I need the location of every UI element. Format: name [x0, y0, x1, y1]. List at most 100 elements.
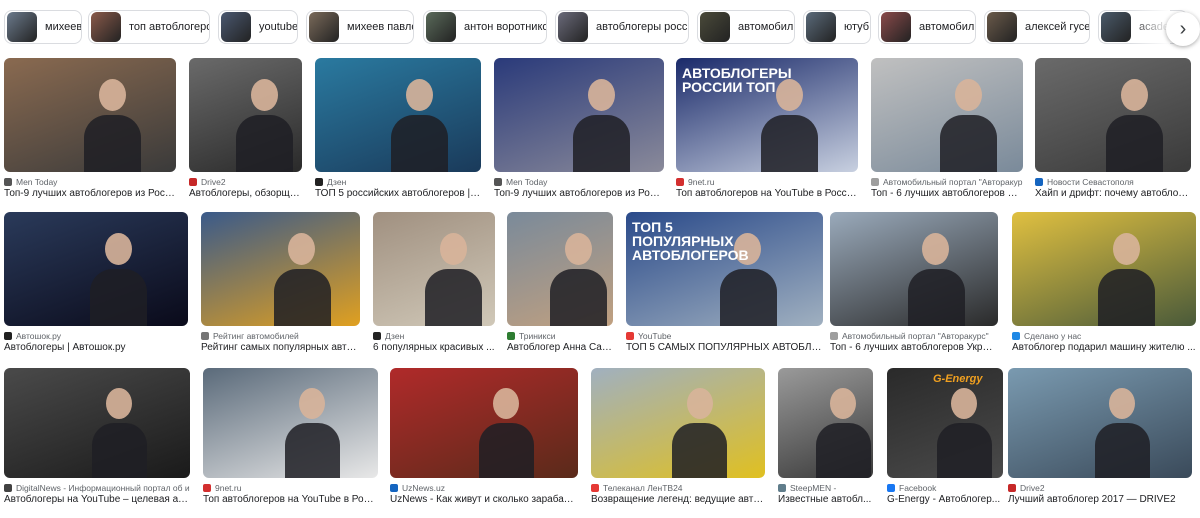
result-source[interactable]: Men Today: [4, 177, 176, 187]
result-title[interactable]: Автоблогеры на YouTube – целевая ауд...: [4, 494, 190, 505]
result-source[interactable]: Триникси: [507, 331, 613, 341]
image-result[interactable]: Автомобильный портал "Авторакур... Топ - …: [871, 58, 1023, 212]
chip-8[interactable]: автомобиль: [878, 10, 976, 44]
result-title[interactable]: Топ-9 лучших автоблогеров из Росси...: [4, 188, 176, 199]
image-result[interactable]: Men Today Топ-9 лучших автоблогеров из Ро…: [494, 58, 664, 212]
result-source[interactable]: Сделано у нас: [1012, 331, 1196, 341]
result-title[interactable]: Автоблогеры, обзорщи...: [189, 188, 302, 199]
image-result[interactable]: Drive2 Автоблогеры, обзорщи...: [189, 58, 302, 212]
result-thumbnail[interactable]: [4, 368, 190, 478]
result-title[interactable]: ТОП 5 САМЫХ ПОПУЛЯРНЫХ АВТОБЛОГ...: [626, 342, 823, 353]
image-result[interactable]: Новости Севастополя Хайп и дрифт: почему …: [1035, 58, 1191, 212]
result-source[interactable]: 9net.ru: [676, 177, 858, 187]
chip-1[interactable]: топ автоблогеров: [88, 10, 210, 44]
result-thumbnail[interactable]: [494, 58, 664, 172]
image-result[interactable]: Телеканал ЛенТВ24 Возвращение легенд: вед…: [591, 368, 765, 518]
result-thumbnail[interactable]: [778, 368, 873, 478]
result-source[interactable]: Drive2: [1008, 483, 1192, 493]
image-result[interactable]: Триникси Автоблогер Анна Сал...: [507, 212, 613, 366]
image-result[interactable]: Дзен ТОП 5 российских автоблогеров | А...: [315, 58, 481, 212]
chip-7[interactable]: ютуб: [803, 10, 871, 44]
result-thumbnail[interactable]: АВТОБЛОГЕРЫ РОССИИ ТОП: [676, 58, 858, 172]
chip-4[interactable]: антон воротников: [423, 10, 547, 44]
result-source[interactable]: Автомобильный портал "Авторакурс": [830, 331, 998, 341]
result-thumbnail[interactable]: [201, 212, 360, 326]
chip-6[interactable]: автомобили: [697, 10, 795, 44]
result-thumbnail[interactable]: [871, 58, 1023, 172]
result-thumbnail[interactable]: [4, 212, 188, 326]
chip-5[interactable]: автоблогеры россии: [555, 10, 689, 44]
image-result[interactable]: АВТОБЛОГЕРЫ РОССИИ ТОП 9net.ru Топ автобло…: [676, 58, 858, 212]
result-source[interactable]: Автошок.ру: [4, 331, 188, 341]
result-thumbnail[interactable]: [1008, 368, 1192, 478]
result-thumbnail[interactable]: [591, 368, 765, 478]
result-title[interactable]: Возвращение легенд: ведущие автоб...: [591, 494, 765, 505]
chip-3[interactable]: михеев павлов: [306, 10, 414, 44]
image-result[interactable]: ТОП 5 ПОПУЛЯРНЫХ АВТОБЛОГЕРОВ YouTube ТОП …: [626, 212, 823, 366]
image-result[interactable]: Автошок.ру Автоблогеры | Автошок.ру: [4, 212, 188, 366]
person-body: [573, 115, 630, 172]
result-thumbnail[interactable]: [4, 58, 176, 172]
result-source[interactable]: Drive2: [189, 177, 302, 187]
result-title[interactable]: Лучший автоблогер 2017 — DRIVE2: [1008, 494, 1192, 505]
image-result[interactable]: Рейтинг автомобилей Рейтинг самых популяр…: [201, 212, 360, 366]
result-thumbnail[interactable]: ТОП 5 ПОПУЛЯРНЫХ АВТОБЛОГЕРОВ: [626, 212, 823, 326]
result-title[interactable]: Топ-9 лучших автоблогеров из Россиии: [494, 188, 664, 199]
chip-0[interactable]: михеев: [4, 10, 82, 44]
image-result[interactable]: Drive2 Лучший автоблогер 2017 — DRIVE2: [1008, 368, 1192, 518]
chip-9[interactable]: алексей гусев: [984, 10, 1090, 44]
person-figure: [406, 79, 433, 111]
result-thumbnail[interactable]: [1035, 58, 1191, 172]
result-title[interactable]: ТОП 5 российских автоблогеров | А...: [315, 188, 481, 199]
image-result[interactable]: Дзен 6 популярных красивых ...: [373, 212, 495, 366]
image-result[interactable]: G-Energy Facebook G-Energy - Автоблогер...: [887, 368, 1003, 518]
result-thumbnail[interactable]: G-Energy: [887, 368, 1003, 478]
result-source[interactable]: Дзен: [373, 331, 495, 341]
result-source[interactable]: Новости Севастополя: [1035, 177, 1191, 187]
source-name: 9net.ru: [688, 177, 715, 187]
result-source[interactable]: Facebook: [887, 483, 1003, 493]
result-thumbnail[interactable]: [203, 368, 378, 478]
result-thumbnail[interactable]: [189, 58, 302, 172]
result-title[interactable]: Топ автоблогеров на YouTube в Росси...: [203, 494, 378, 505]
image-result[interactable]: DigitalNews - Информационный портал об и…: [4, 368, 190, 518]
result-title[interactable]: Топ - 6 лучших автоблогеров Укр...: [871, 188, 1023, 199]
result-source[interactable]: Men Today: [494, 177, 664, 187]
result-title[interactable]: Автоблогеры | Автошок.ру: [4, 342, 188, 353]
site-favicon-icon: [871, 178, 879, 186]
result-source[interactable]: Рейтинг автомобилей: [201, 331, 360, 341]
result-thumbnail[interactable]: [507, 212, 613, 326]
result-source[interactable]: 9net.ru: [203, 483, 378, 493]
result-title[interactable]: Рейтинг самых популярных автоб...: [201, 342, 360, 353]
result-source[interactable]: DigitalNews - Информационный портал об и…: [4, 483, 190, 493]
image-result[interactable]: SteepMEN - Известные автобл...: [778, 368, 873, 518]
person-figure: [106, 388, 132, 419]
result-source[interactable]: Телеканал ЛенТВ24: [591, 483, 765, 493]
image-result[interactable]: Men Today Топ-9 лучших автоблогеров из Ро…: [4, 58, 176, 212]
result-title[interactable]: UzNews - Как живут и сколько зарабаты...: [390, 494, 578, 505]
result-source[interactable]: Автомобильный портал "Авторакур...: [871, 177, 1023, 187]
result-title[interactable]: G-Energy - Автоблогер...: [887, 494, 1003, 505]
result-title[interactable]: Топ - 6 лучших автоблогеров Украин...: [830, 342, 998, 353]
chip-2[interactable]: youtube: [218, 10, 298, 44]
result-source[interactable]: Дзен: [315, 177, 481, 187]
result-thumbnail[interactable]: [315, 58, 481, 172]
result-thumbnail[interactable]: [830, 212, 998, 326]
result-title[interactable]: Топ автоблогеров на YouTube в России...: [676, 188, 858, 199]
image-result[interactable]: 9net.ru Топ автоблогеров на YouTube в Рос…: [203, 368, 378, 518]
chevron-right-icon[interactable]: ›: [1166, 12, 1200, 46]
result-title[interactable]: Известные автобл...: [778, 494, 873, 505]
result-title[interactable]: Хайп и дрифт: почему автоблоге...: [1035, 188, 1191, 199]
image-result[interactable]: UzNews.uz UzNews - Как живут и сколько за…: [390, 368, 578, 518]
result-source[interactable]: SteepMEN -: [778, 483, 873, 493]
result-title[interactable]: Автоблогер Анна Сал...: [507, 342, 613, 353]
result-source[interactable]: YouTube: [626, 331, 823, 341]
image-result[interactable]: Автомобильный портал "Авторакурс" Топ - 6…: [830, 212, 998, 366]
result-title[interactable]: Автоблогер подарил машину жителю ...: [1012, 342, 1196, 353]
result-thumbnail[interactable]: [1012, 212, 1196, 326]
result-thumbnail[interactable]: [373, 212, 495, 326]
result-title[interactable]: 6 популярных красивых ...: [373, 342, 495, 353]
result-thumbnail[interactable]: [390, 368, 578, 478]
result-source[interactable]: UzNews.uz: [390, 483, 578, 493]
image-result[interactable]: Сделано у нас Автоблогер подарил машину ж…: [1012, 212, 1196, 366]
